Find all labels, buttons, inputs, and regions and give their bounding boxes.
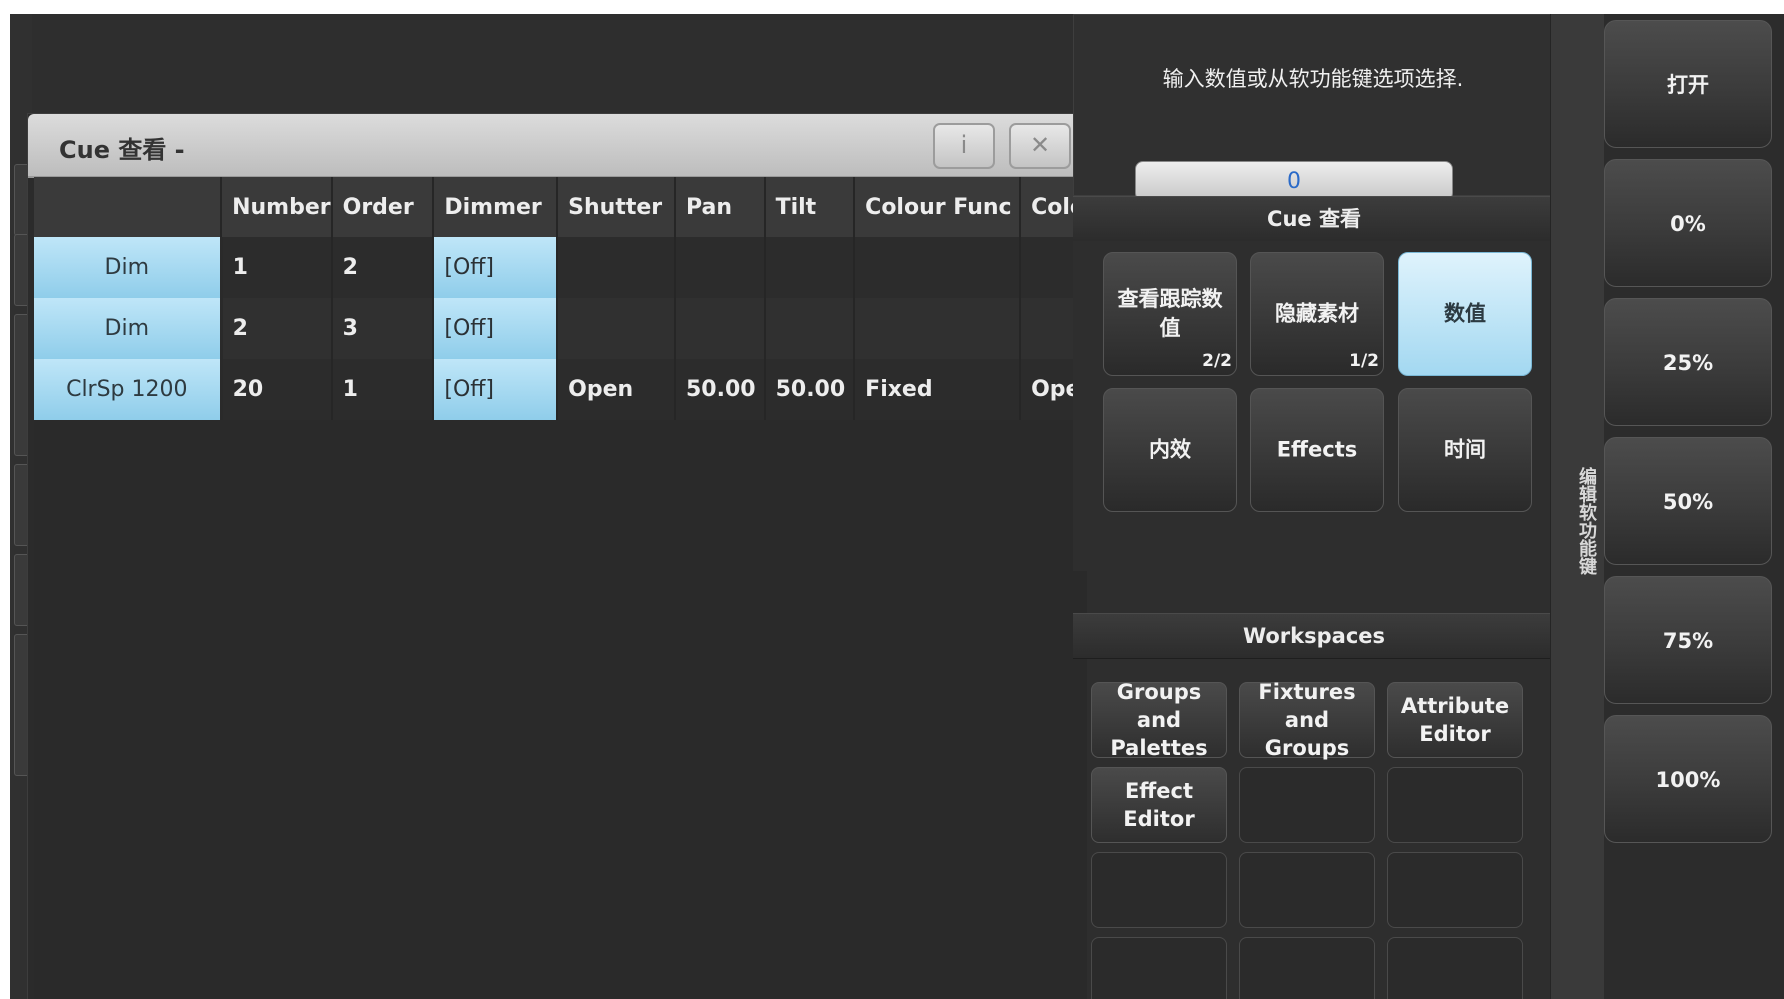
workspace-fixtures-and-groups[interactable]: Fixtures and Groups	[1239, 680, 1375, 760]
table-cell[interactable]: Fixed	[854, 359, 1022, 420]
prompt-panel: 输入数值或从软功能键选项选择. 0	[1073, 14, 1553, 201]
cue-table-area: Number Order Dimmer Shutter Pan Tilt Col…	[34, 177, 1087, 999]
level-75-button[interactable]: 75%	[1604, 576, 1772, 704]
softkey-page: 2/2	[1202, 351, 1232, 371]
window-title: Cue 查看 -	[59, 136, 185, 164]
table-cell[interactable]	[557, 298, 676, 359]
softkey-header: Cue 查看	[1073, 196, 1555, 242]
table-cell[interactable]: 50.00	[674, 359, 766, 420]
workspace-empty-slot[interactable]	[1387, 767, 1523, 843]
dimmer-cell[interactable]: [Off]	[433, 359, 559, 420]
dimmer-cell[interactable]: [Off]	[433, 298, 559, 359]
softkey-hide-material[interactable]: 隐藏素材 1/2	[1250, 252, 1384, 376]
workspace-empty-slot[interactable]	[1387, 937, 1523, 999]
fixture-name-cell[interactable]: Dim	[34, 298, 223, 359]
table-cell[interactable]	[764, 237, 856, 298]
workspace-empty-slot[interactable]	[1387, 852, 1523, 928]
console-screen: Cue 查看 - i ✕ Number Order Dimmer Shutter…	[10, 14, 1784, 999]
table-cell[interactable]	[854, 237, 1022, 298]
table-cell[interactable]: 3	[331, 298, 435, 359]
column-header-pan[interactable]: Pan	[674, 177, 766, 237]
column-header-dimmer[interactable]: Dimmer	[433, 177, 559, 237]
column-header[interactable]	[34, 177, 223, 237]
level-0-button[interactable]: 0%	[1604, 159, 1772, 287]
softkey-label: 数值	[1444, 301, 1486, 326]
softkey-label: 隐藏素材	[1275, 301, 1359, 326]
level-open-button[interactable]: 打开	[1604, 20, 1772, 148]
workspace-label: Fixtures and Groups	[1258, 680, 1356, 760]
fixture-name-cell[interactable]: Dim	[34, 237, 223, 298]
column-header-shutter[interactable]: Shutter	[557, 177, 676, 237]
level-50-button[interactable]: 50%	[1604, 437, 1772, 565]
table-row[interactable]: Dim 2 3 [Off]	[34, 298, 1087, 359]
softkey-effects[interactable]: Effects	[1250, 388, 1384, 512]
column-header-tilt[interactable]: Tilt	[764, 177, 856, 237]
level-25-button[interactable]: 25%	[1604, 298, 1772, 426]
table-row[interactable]: ClrSp 1200 20 1 [Off] Open 50.00 50.00 F…	[34, 359, 1087, 420]
fixture-name-cell[interactable]: ClrSp 1200	[34, 359, 223, 420]
value-input[interactable]: 0	[1135, 161, 1453, 201]
level-100-button[interactable]: 100%	[1604, 715, 1772, 843]
softkey-values[interactable]: 数值	[1398, 252, 1532, 376]
workspace-label: Effect Editor	[1123, 779, 1195, 831]
softkey-internal-effects[interactable]: 内效	[1103, 388, 1237, 512]
table-cell[interactable]: Open	[557, 359, 676, 420]
edit-softkeys-label[interactable]: 编辑软功能键	[1559, 441, 1599, 601]
workspace-label: Attribute Editor	[1400, 694, 1510, 746]
workspaces-header: Workspaces	[1073, 613, 1555, 659]
softkey-label: Effects	[1276, 437, 1358, 462]
table-cell[interactable]: 20	[221, 359, 333, 420]
table-cell[interactable]: 2	[331, 237, 435, 298]
table-cell[interactable]: 1	[331, 359, 435, 420]
softkey-label: 查看跟踪数值	[1117, 287, 1223, 340]
workspace-effect-editor[interactable]: Effect Editor	[1091, 767, 1227, 843]
cue-table: Number Order Dimmer Shutter Pan Tilt Col…	[34, 177, 1087, 420]
table-header-row: Number Order Dimmer Shutter Pan Tilt Col…	[34, 177, 1087, 237]
workspace-empty-slot[interactable]	[1091, 852, 1227, 928]
softkey-times[interactable]: 时间	[1398, 388, 1532, 512]
dimmer-cell[interactable]: [Off]	[433, 237, 559, 298]
table-cell[interactable]: 1	[221, 237, 333, 298]
column-header-number[interactable]: Number	[221, 177, 333, 237]
softkey-view-tracked-values[interactable]: 查看跟踪数值 2/2	[1103, 252, 1237, 376]
workspace-attribute-editor[interactable]: Attribute Editor	[1387, 682, 1523, 758]
workspace-empty-slot[interactable]	[1239, 767, 1375, 843]
info-button[interactable]: i	[933, 123, 995, 169]
softkey-label: 内效	[1149, 437, 1191, 462]
softkey-label: 时间	[1444, 437, 1486, 462]
workspace-groups-and-palettes[interactable]: Groups and Palettes	[1091, 680, 1227, 760]
softkey-page: 1/2	[1349, 351, 1379, 371]
workspace-empty-slot[interactable]	[1239, 852, 1375, 928]
table-cell[interactable]	[557, 237, 676, 298]
table-cell[interactable]: 2	[221, 298, 333, 359]
table-row[interactable]: Dim 1 2 [Off]	[34, 237, 1087, 298]
table-cell[interactable]: 50.00	[764, 359, 856, 420]
workspace-empty-slot[interactable]	[1091, 937, 1227, 999]
table-cell[interactable]	[764, 298, 856, 359]
table-cell[interactable]	[674, 298, 766, 359]
softkey-area: 查看跟踪数值 2/2 隐藏素材 1/2 数值 内效 Effects 时间	[1073, 241, 1555, 571]
table-cell[interactable]	[674, 237, 766, 298]
cue-view-window: Cue 查看 - i ✕ Number Order Dimmer Shutter…	[27, 113, 1087, 999]
window-titlebar[interactable]: Cue 查看 - i ✕	[28, 114, 1085, 178]
prompt-text: 输入数值或从软功能键选项选择.	[1162, 67, 1464, 91]
column-header-colour-func[interactable]: Colour Func	[854, 177, 1022, 237]
table-cell[interactable]	[854, 298, 1022, 359]
level-panel: 打开 0% 25% 50% 75% 100%	[1604, 14, 1784, 999]
column-header-order[interactable]: Order	[331, 177, 435, 237]
workspace-label: Groups and Palettes	[1110, 680, 1208, 760]
workspace-empty-slot[interactable]	[1239, 937, 1375, 999]
close-button[interactable]: ✕	[1009, 123, 1071, 169]
